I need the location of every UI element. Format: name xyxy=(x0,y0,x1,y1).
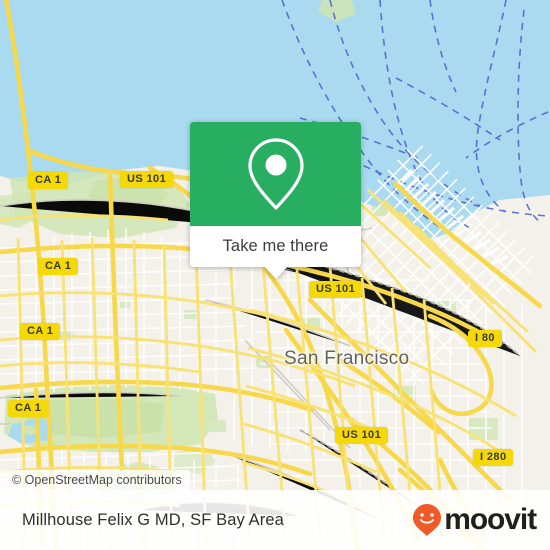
take-me-there-label: Take me there xyxy=(222,237,329,255)
place-title: Millhouse Felix G MD, SF Bay Area xyxy=(22,510,284,529)
road-shield: CA 1 xyxy=(20,323,61,340)
map-screenshot: San Francisco CA 1 US 101 CA 1 US 101 CA… xyxy=(0,0,550,550)
bottom-info-bar: Millhouse Felix G MD, SF Bay Area moovit xyxy=(0,490,550,550)
moovit-wordmark: moovit xyxy=(444,503,537,536)
moovit-smiley-pin-icon xyxy=(413,504,442,536)
road-shield: I 280 xyxy=(473,449,514,466)
map-attribution[interactable]: © OpenStreetMap contributors xyxy=(0,470,190,491)
callout-action-panel[interactable]: Take me there xyxy=(190,226,361,279)
map-canvas[interactable]: San Francisco CA 1 US 101 CA 1 US 101 CA… xyxy=(0,0,550,550)
callout-pin-panel xyxy=(190,122,361,226)
road-shield: I 80 xyxy=(468,330,502,347)
map-callout-popup[interactable]: Take me there xyxy=(190,122,361,279)
moovit-logo[interactable]: moovit xyxy=(412,503,537,537)
location-pin-icon xyxy=(247,138,304,210)
city-label: San Francisco xyxy=(284,348,410,369)
road-shield: US 101 xyxy=(120,171,174,188)
road-shield: CA 1 xyxy=(28,172,69,189)
callout-tail-pointer xyxy=(263,266,288,279)
road-shield: CA 1 xyxy=(38,258,79,275)
road-shield: US 101 xyxy=(335,427,389,444)
road-shield: CA 1 xyxy=(8,400,49,417)
road-shield: US 101 xyxy=(309,281,363,298)
